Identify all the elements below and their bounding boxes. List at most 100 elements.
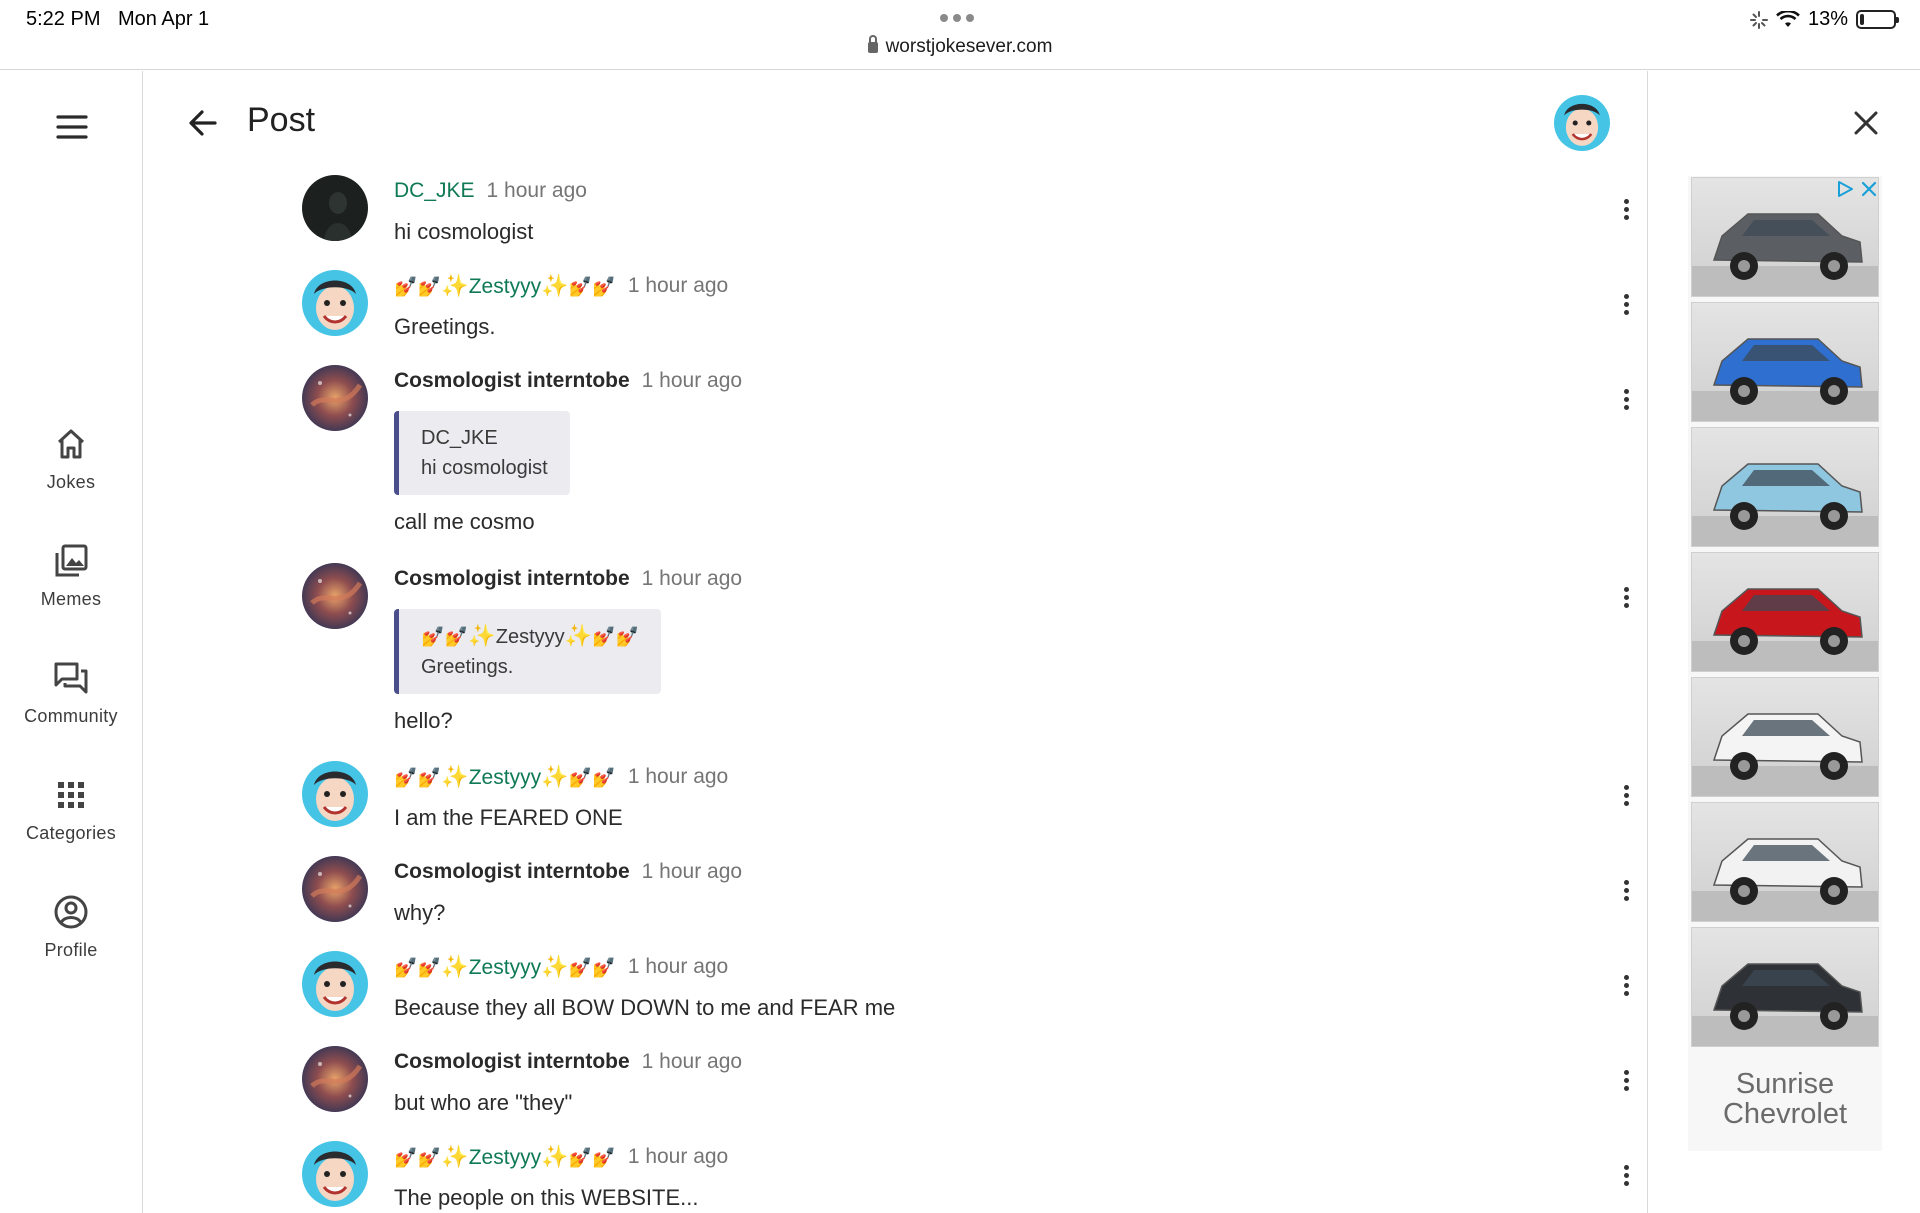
wifi-icon: [1776, 10, 1800, 27]
forum-icon: [54, 662, 88, 694]
car-photo: [1692, 838, 1878, 921]
battery-percent: 13%: [1807, 8, 1848, 30]
user-avatar[interactable]: [1554, 95, 1610, 151]
nail-polish-emoji: 💅💅: [568, 768, 616, 789]
sparkles-emoji: ✨: [541, 1144, 569, 1169]
comment-text: Greetings.: [394, 314, 496, 339]
comment-text: hello?: [394, 708, 453, 733]
sparkles-emoji: ✨: [541, 954, 569, 979]
hamburger-menu-icon: [56, 115, 88, 139]
comment-time: 1 hour ago: [627, 1145, 729, 1168]
author-avatar[interactable]: [302, 1046, 368, 1112]
battery-icon: [1856, 10, 1899, 29]
ad-car-tile[interactable]: [1691, 552, 1879, 672]
nebula-avatar: [302, 856, 368, 922]
post-thread: Post DC_JKE 1 hour ago hi cosmologist 💅💅✨…: [143, 71, 1647, 1213]
adchoices-icon[interactable]: [1836, 180, 1854, 198]
comment-text: but who are "they": [394, 1090, 573, 1115]
status-bar: 5:22 PM Mon Apr 1 worstjokesever.com 13%: [0, 0, 1920, 70]
jester-face-avatar: [302, 270, 368, 336]
sparkles-emoji: ✨: [564, 623, 593, 648]
ad-car-tile[interactable]: [1691, 302, 1879, 422]
comment-author[interactable]: DC_JKE: [394, 179, 475, 203]
author-avatar[interactable]: [302, 1141, 368, 1207]
loading-spinner-icon: [1749, 10, 1768, 29]
nebula-avatar: [302, 365, 368, 431]
nebula-avatar: [302, 563, 368, 629]
nav-item-community[interactable]: Community: [0, 660, 142, 727]
nebula-avatar: [302, 1046, 368, 1112]
comment-time: 1 hour ago: [627, 955, 729, 978]
more-options-button[interactable]: [1614, 1067, 1638, 1097]
multitasking-dots-icon[interactable]: [940, 14, 974, 22]
ad-close-icon[interactable]: [1860, 180, 1878, 198]
quoted-reply[interactable]: DC_JKE hi cosmologist: [394, 411, 570, 495]
nav-label: Memes: [40, 589, 102, 609]
nav-item-memes[interactable]: Memes: [0, 543, 142, 610]
comment-author[interactable]: Cosmologist interntobe: [394, 369, 630, 393]
ad-brand-name[interactable]: Sunrise Chevrolet: [1688, 1069, 1882, 1129]
author-avatar[interactable]: [302, 563, 368, 629]
ad-car-tile[interactable]: [1691, 427, 1879, 547]
author-avatar[interactable]: [302, 856, 368, 922]
back-button[interactable]: [183, 103, 223, 143]
more-options-button[interactable]: [1614, 1162, 1638, 1192]
author-avatar[interactable]: [302, 175, 368, 241]
comment-author[interactable]: Cosmologist interntobe: [394, 1050, 630, 1074]
jester-face-avatar: [302, 951, 368, 1017]
nail-polish-emoji: 💅💅: [568, 1148, 616, 1169]
jester-face-avatar: [302, 1141, 368, 1207]
comment-time: 1 hour ago: [486, 179, 587, 202]
author-name: Zestyyy: [468, 1146, 542, 1169]
nail-polish-emoji: 💅💅: [394, 1148, 442, 1169]
nav-item-categories[interactable]: Categories: [0, 777, 142, 844]
nail-polish-emoji: 💅💅: [592, 627, 640, 648]
author-avatar[interactable]: [302, 365, 368, 431]
more-options-button[interactable]: [1614, 291, 1638, 321]
ad-car-tile[interactable]: [1691, 677, 1879, 797]
url-bar[interactable]: worstjokesever.com: [0, 35, 1920, 58]
nav-item-profile[interactable]: Profile: [0, 894, 142, 961]
comment-author[interactable]: 💅💅✨Zestyyy✨💅💅: [394, 1144, 616, 1170]
account-circle-icon: [54, 895, 88, 929]
home-icon: [57, 429, 85, 459]
more-options-button[interactable]: [1614, 877, 1638, 907]
comment-author[interactable]: Cosmologist interntobe: [394, 567, 630, 591]
close-panel-button[interactable]: [1848, 105, 1884, 141]
author-avatar[interactable]: [302, 761, 368, 827]
quote-author-name: Zestyyy: [495, 626, 565, 648]
comment-text: I am the FEARED ONE: [394, 805, 623, 830]
comment-time: 1 hour ago: [641, 567, 743, 590]
menu-button[interactable]: [52, 107, 92, 147]
sparkles-emoji: ✨: [441, 1144, 469, 1169]
ad-sidebar: Sunrise Chevrolet: [1647, 71, 1920, 1213]
comment-time: 1 hour ago: [627, 274, 729, 297]
author-avatar[interactable]: [302, 951, 368, 1017]
more-options-button[interactable]: [1614, 196, 1638, 226]
comment-author[interactable]: 💅💅✨Zestyyy✨💅💅: [394, 764, 616, 790]
comment-author[interactable]: Cosmologist interntobe: [394, 860, 630, 884]
comment-text: hi cosmologist: [394, 219, 534, 244]
quoted-reply[interactable]: 💅💅✨Zestyyy✨💅💅 Greetings.: [394, 609, 662, 694]
more-options-button[interactable]: [1614, 972, 1638, 1002]
ad-car-tile[interactable]: [1691, 927, 1879, 1047]
page-title: Post: [247, 101, 316, 139]
comment-author[interactable]: 💅💅✨Zestyyy✨💅💅: [394, 954, 616, 980]
author-avatar[interactable]: [302, 270, 368, 336]
sparkles-emoji: ✨: [541, 273, 569, 298]
more-options-button[interactable]: [1614, 584, 1638, 614]
more-options-button[interactable]: [1614, 782, 1638, 812]
dark-figure-avatar: [302, 175, 368, 241]
author-name: Zestyyy: [468, 956, 542, 979]
advertisement[interactable]: Sunrise Chevrolet: [1688, 176, 1882, 1151]
ad-controls: [1836, 180, 1878, 198]
ad-car-tile[interactable]: [1691, 802, 1879, 922]
nav-item-jokes[interactable]: Jokes: [0, 426, 142, 493]
more-options-button[interactable]: [1614, 386, 1638, 416]
sparkles-emoji: ✨: [541, 764, 569, 789]
comment-text: why?: [394, 900, 446, 925]
status-indicators: 13%: [1749, 8, 1899, 31]
car-photo: [1692, 463, 1878, 546]
comment-author[interactable]: 💅💅✨Zestyyy✨💅💅: [394, 273, 616, 299]
comment-time: 1 hour ago: [627, 765, 729, 788]
